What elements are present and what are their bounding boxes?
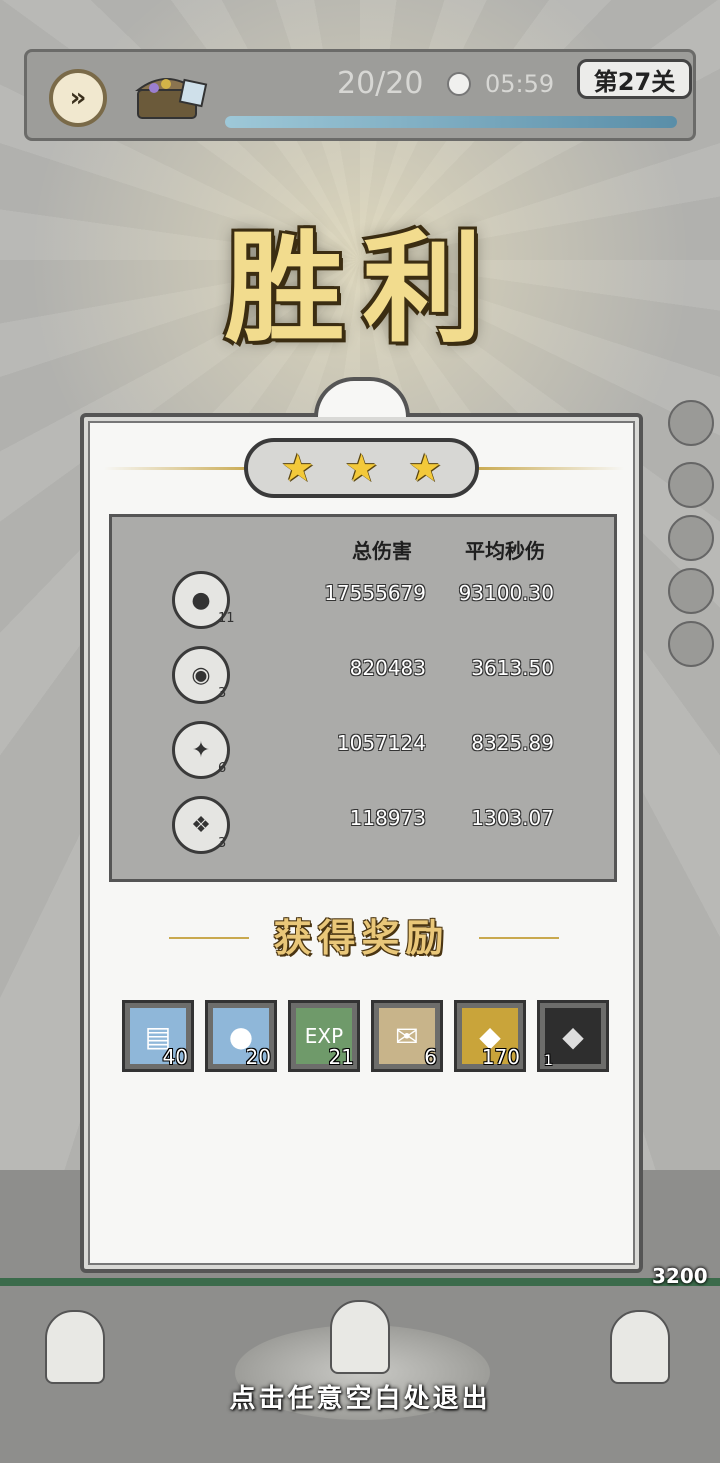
result-panel: ★ ★ ★ 总伤害 平均秒伤 ● 11 17555679 93100.30 ◉ … [80, 377, 643, 1273]
divider-left [104, 467, 254, 470]
star-icon: ★ [408, 446, 443, 490]
damage-stats-table: 总伤害 平均秒伤 ● 11 17555679 93100.30 ◉ 3 8204… [109, 514, 617, 882]
table-row: ✦ 6 1057124 8325.89 [112, 719, 614, 781]
total-damage: 820483 [349, 656, 426, 680]
side-skill-icon-5[interactable] [668, 621, 714, 667]
fast-forward-icon: » [69, 83, 87, 113]
wave-progress-fill [225, 116, 677, 128]
rewards-title: 获得奖励 [273, 915, 450, 960]
side-skill-icon-3[interactable] [668, 515, 714, 561]
total-damage: 17555679 [324, 581, 426, 605]
wall-hp-bar [0, 1278, 720, 1286]
reward-item[interactable]: EXP 21 [288, 1000, 360, 1072]
star-icon: ★ [280, 446, 315, 490]
clock-icon [447, 72, 471, 96]
reward-count: 1 [544, 1053, 553, 1069]
reward-item[interactable]: ◆ 1 [537, 1000, 609, 1072]
hero-figure-left [45, 1310, 105, 1384]
level-badge: 第27关 [577, 59, 692, 99]
stone-ore-icon: ◆ [545, 1008, 601, 1064]
treasure-chest-icon[interactable] [132, 64, 210, 124]
side-skill-icon-4[interactable] [668, 568, 714, 614]
rewards-list: ▤ 40 ● 20 EXP 21 ✉ 6 ◆ 170 ◆ 1 [122, 1000, 612, 1072]
table-row: ❖ 3 118973 1303.07 [112, 794, 614, 856]
divider-right [474, 467, 624, 470]
skill-level: 3 [218, 836, 227, 851]
header-avg-dps: 平均秒伤 [465, 539, 545, 563]
total-damage: 118973 [349, 806, 426, 830]
reward-count: 21 [328, 1045, 354, 1069]
reward-count: 20 [245, 1045, 271, 1069]
avg-dps: 3613.50 [471, 656, 554, 680]
tap-to-exit-hint[interactable]: 点击任意空白处退出 [0, 1378, 720, 1415]
reward-count: 40 [162, 1045, 188, 1069]
victory-title: 胜利 [224, 217, 501, 359]
top-hud: » 20/20 05:59 第27关 [24, 49, 696, 141]
avg-dps: 8325.89 [471, 731, 554, 755]
reward-item[interactable]: ✉ 6 [371, 1000, 443, 1072]
star-rating: ★ ★ ★ [244, 438, 479, 498]
reward-item[interactable]: ◆ 170 [454, 1000, 526, 1072]
side-skill-icon-1[interactable] [668, 400, 714, 446]
wave-progress-bar [225, 116, 677, 128]
table-row: ● 11 17555679 93100.30 [112, 569, 614, 631]
skill-level: 6 [218, 761, 227, 776]
timer: 05:59 [485, 70, 555, 98]
hero-figure-center [330, 1300, 390, 1374]
header-total-damage: 总伤害 [352, 539, 412, 563]
reward-item[interactable]: ▤ 40 [122, 1000, 194, 1072]
side-skill-icon-2[interactable] [668, 462, 714, 508]
reward-count: 170 [481, 1045, 520, 1069]
total-damage: 1057124 [336, 731, 426, 755]
wave-counter: 20/20 [337, 66, 424, 101]
skill-level: 11 [218, 611, 235, 626]
table-row: ◉ 3 820483 3613.50 [112, 644, 614, 706]
wall-hp-value: 3200 [652, 1264, 708, 1288]
fast-forward-button[interactable]: » [49, 69, 107, 127]
hero-figure-right [610, 1310, 670, 1384]
reward-count: 6 [424, 1045, 437, 1069]
avg-dps: 1303.07 [471, 806, 554, 830]
reward-item[interactable]: ● 20 [205, 1000, 277, 1072]
avg-dps: 93100.30 [458, 581, 554, 605]
star-icon: ★ [344, 446, 379, 490]
skill-level: 3 [218, 686, 227, 701]
